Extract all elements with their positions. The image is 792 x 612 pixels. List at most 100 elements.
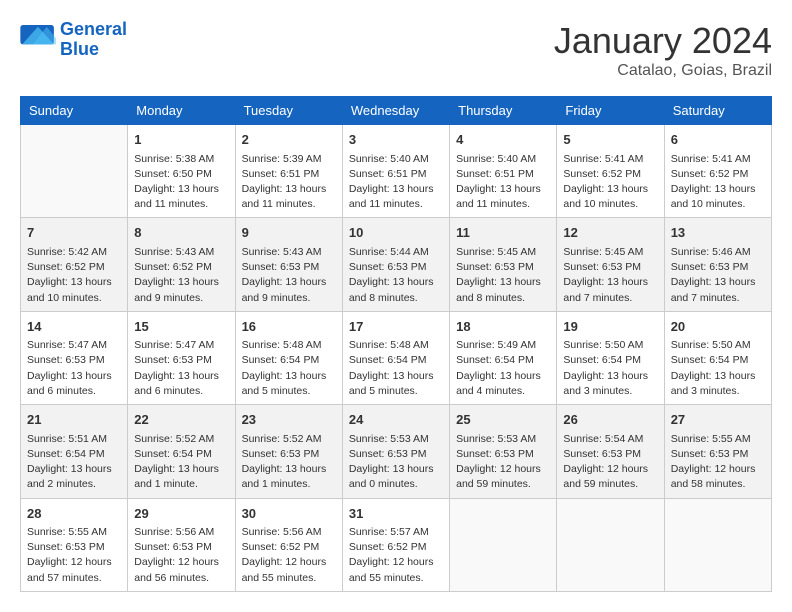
day-info: Sunrise: 5:55 AMSunset: 6:53 PMDaylight:…	[671, 432, 765, 493]
calendar-day-cell: 7Sunrise: 5:42 AMSunset: 6:52 PMDaylight…	[21, 218, 128, 311]
day-info: Sunrise: 5:53 AMSunset: 6:53 PMDaylight:…	[456, 432, 550, 493]
day-info: Sunrise: 5:52 AMSunset: 6:54 PMDaylight:…	[134, 432, 228, 493]
day-info: Sunrise: 5:47 AMSunset: 6:53 PMDaylight:…	[27, 338, 121, 399]
day-number: 13	[671, 223, 765, 243]
day-info: Sunrise: 5:55 AMSunset: 6:53 PMDaylight:…	[27, 525, 121, 586]
subtitle: Catalao, Goias, Brazil	[554, 62, 772, 80]
day-number: 4	[456, 130, 550, 150]
calendar-week-row: 21Sunrise: 5:51 AMSunset: 6:54 PMDayligh…	[21, 405, 772, 498]
calendar-day-cell: 19Sunrise: 5:50 AMSunset: 6:54 PMDayligh…	[557, 311, 664, 404]
day-info: Sunrise: 5:39 AMSunset: 6:51 PMDaylight:…	[242, 152, 336, 213]
day-info: Sunrise: 5:54 AMSunset: 6:53 PMDaylight:…	[563, 432, 657, 493]
calendar-day-cell: 10Sunrise: 5:44 AMSunset: 6:53 PMDayligh…	[342, 218, 449, 311]
day-number: 18	[456, 317, 550, 337]
day-number: 20	[671, 317, 765, 337]
calendar-day-cell: 24Sunrise: 5:53 AMSunset: 6:53 PMDayligh…	[342, 405, 449, 498]
weekday-header: Friday	[557, 97, 664, 125]
weekday-header: Wednesday	[342, 97, 449, 125]
title-block: January 2024 Catalao, Goias, Brazil	[554, 20, 772, 80]
day-info: Sunrise: 5:41 AMSunset: 6:52 PMDaylight:…	[671, 152, 765, 213]
day-number: 8	[134, 223, 228, 243]
calendar-day-cell: 25Sunrise: 5:53 AMSunset: 6:53 PMDayligh…	[450, 405, 557, 498]
day-info: Sunrise: 5:45 AMSunset: 6:53 PMDaylight:…	[563, 245, 657, 306]
main-title: January 2024	[554, 20, 772, 62]
weekday-header: Monday	[128, 97, 235, 125]
day-number: 23	[242, 410, 336, 430]
day-number: 21	[27, 410, 121, 430]
logo-text: General Blue	[60, 20, 127, 60]
day-number: 15	[134, 317, 228, 337]
day-number: 22	[134, 410, 228, 430]
calendar-day-cell: 17Sunrise: 5:48 AMSunset: 6:54 PMDayligh…	[342, 311, 449, 404]
calendar-day-cell: 8Sunrise: 5:43 AMSunset: 6:52 PMDaylight…	[128, 218, 235, 311]
day-number: 1	[134, 130, 228, 150]
calendar-week-row: 1Sunrise: 5:38 AMSunset: 6:50 PMDaylight…	[21, 125, 772, 218]
day-number: 3	[349, 130, 443, 150]
day-info: Sunrise: 5:38 AMSunset: 6:50 PMDaylight:…	[134, 152, 228, 213]
day-number: 2	[242, 130, 336, 150]
day-number: 11	[456, 223, 550, 243]
calendar-day-cell: 14Sunrise: 5:47 AMSunset: 6:53 PMDayligh…	[21, 311, 128, 404]
day-info: Sunrise: 5:51 AMSunset: 6:54 PMDaylight:…	[27, 432, 121, 493]
calendar-day-cell: 13Sunrise: 5:46 AMSunset: 6:53 PMDayligh…	[664, 218, 771, 311]
calendar-day-cell: 16Sunrise: 5:48 AMSunset: 6:54 PMDayligh…	[235, 311, 342, 404]
day-number: 14	[27, 317, 121, 337]
day-number: 17	[349, 317, 443, 337]
weekday-header: Thursday	[450, 97, 557, 125]
day-info: Sunrise: 5:56 AMSunset: 6:52 PMDaylight:…	[242, 525, 336, 586]
calendar-day-cell: 29Sunrise: 5:56 AMSunset: 6:53 PMDayligh…	[128, 498, 235, 591]
calendar-day-cell: 4Sunrise: 5:40 AMSunset: 6:51 PMDaylight…	[450, 125, 557, 218]
calendar-day-cell: 9Sunrise: 5:43 AMSunset: 6:53 PMDaylight…	[235, 218, 342, 311]
calendar-day-cell	[557, 498, 664, 591]
day-number: 12	[563, 223, 657, 243]
calendar-day-cell: 26Sunrise: 5:54 AMSunset: 6:53 PMDayligh…	[557, 405, 664, 498]
calendar-day-cell: 1Sunrise: 5:38 AMSunset: 6:50 PMDaylight…	[128, 125, 235, 218]
weekday-header: Tuesday	[235, 97, 342, 125]
calendar-day-cell: 18Sunrise: 5:49 AMSunset: 6:54 PMDayligh…	[450, 311, 557, 404]
calendar-day-cell: 20Sunrise: 5:50 AMSunset: 6:54 PMDayligh…	[664, 311, 771, 404]
day-number: 19	[563, 317, 657, 337]
calendar-day-cell: 28Sunrise: 5:55 AMSunset: 6:53 PMDayligh…	[21, 498, 128, 591]
day-info: Sunrise: 5:46 AMSunset: 6:53 PMDaylight:…	[671, 245, 765, 306]
calendar-day-cell: 12Sunrise: 5:45 AMSunset: 6:53 PMDayligh…	[557, 218, 664, 311]
logo-icon	[20, 25, 56, 55]
day-number: 25	[456, 410, 550, 430]
day-number: 5	[563, 130, 657, 150]
calendar-day-cell: 5Sunrise: 5:41 AMSunset: 6:52 PMDaylight…	[557, 125, 664, 218]
day-info: Sunrise: 5:52 AMSunset: 6:53 PMDaylight:…	[242, 432, 336, 493]
day-info: Sunrise: 5:43 AMSunset: 6:53 PMDaylight:…	[242, 245, 336, 306]
day-info: Sunrise: 5:49 AMSunset: 6:54 PMDaylight:…	[456, 338, 550, 399]
calendar-week-row: 28Sunrise: 5:55 AMSunset: 6:53 PMDayligh…	[21, 498, 772, 591]
day-info: Sunrise: 5:40 AMSunset: 6:51 PMDaylight:…	[456, 152, 550, 213]
day-info: Sunrise: 5:40 AMSunset: 6:51 PMDaylight:…	[349, 152, 443, 213]
calendar-day-cell: 21Sunrise: 5:51 AMSunset: 6:54 PMDayligh…	[21, 405, 128, 498]
weekday-header-row: SundayMondayTuesdayWednesdayThursdayFrid…	[21, 97, 772, 125]
page-header: General Blue January 2024 Catalao, Goias…	[20, 20, 772, 80]
logo-line2: Blue	[60, 39, 99, 59]
day-number: 31	[349, 504, 443, 524]
day-info: Sunrise: 5:56 AMSunset: 6:53 PMDaylight:…	[134, 525, 228, 586]
weekday-header: Sunday	[21, 97, 128, 125]
day-info: Sunrise: 5:53 AMSunset: 6:53 PMDaylight:…	[349, 432, 443, 493]
calendar-week-row: 14Sunrise: 5:47 AMSunset: 6:53 PMDayligh…	[21, 311, 772, 404]
day-info: Sunrise: 5:48 AMSunset: 6:54 PMDaylight:…	[242, 338, 336, 399]
calendar-day-cell	[21, 125, 128, 218]
day-info: Sunrise: 5:50 AMSunset: 6:54 PMDaylight:…	[671, 338, 765, 399]
calendar-day-cell: 31Sunrise: 5:57 AMSunset: 6:52 PMDayligh…	[342, 498, 449, 591]
calendar-day-cell: 15Sunrise: 5:47 AMSunset: 6:53 PMDayligh…	[128, 311, 235, 404]
day-info: Sunrise: 5:44 AMSunset: 6:53 PMDaylight:…	[349, 245, 443, 306]
calendar-table: SundayMondayTuesdayWednesdayThursdayFrid…	[20, 96, 772, 592]
calendar-week-row: 7Sunrise: 5:42 AMSunset: 6:52 PMDaylight…	[21, 218, 772, 311]
day-info: Sunrise: 5:47 AMSunset: 6:53 PMDaylight:…	[134, 338, 228, 399]
calendar-day-cell: 6Sunrise: 5:41 AMSunset: 6:52 PMDaylight…	[664, 125, 771, 218]
day-info: Sunrise: 5:50 AMSunset: 6:54 PMDaylight:…	[563, 338, 657, 399]
weekday-header: Saturday	[664, 97, 771, 125]
calendar-day-cell: 27Sunrise: 5:55 AMSunset: 6:53 PMDayligh…	[664, 405, 771, 498]
day-number: 10	[349, 223, 443, 243]
calendar-day-cell	[664, 498, 771, 591]
calendar-day-cell: 30Sunrise: 5:56 AMSunset: 6:52 PMDayligh…	[235, 498, 342, 591]
calendar-day-cell	[450, 498, 557, 591]
day-number: 28	[27, 504, 121, 524]
day-number: 7	[27, 223, 121, 243]
day-number: 9	[242, 223, 336, 243]
